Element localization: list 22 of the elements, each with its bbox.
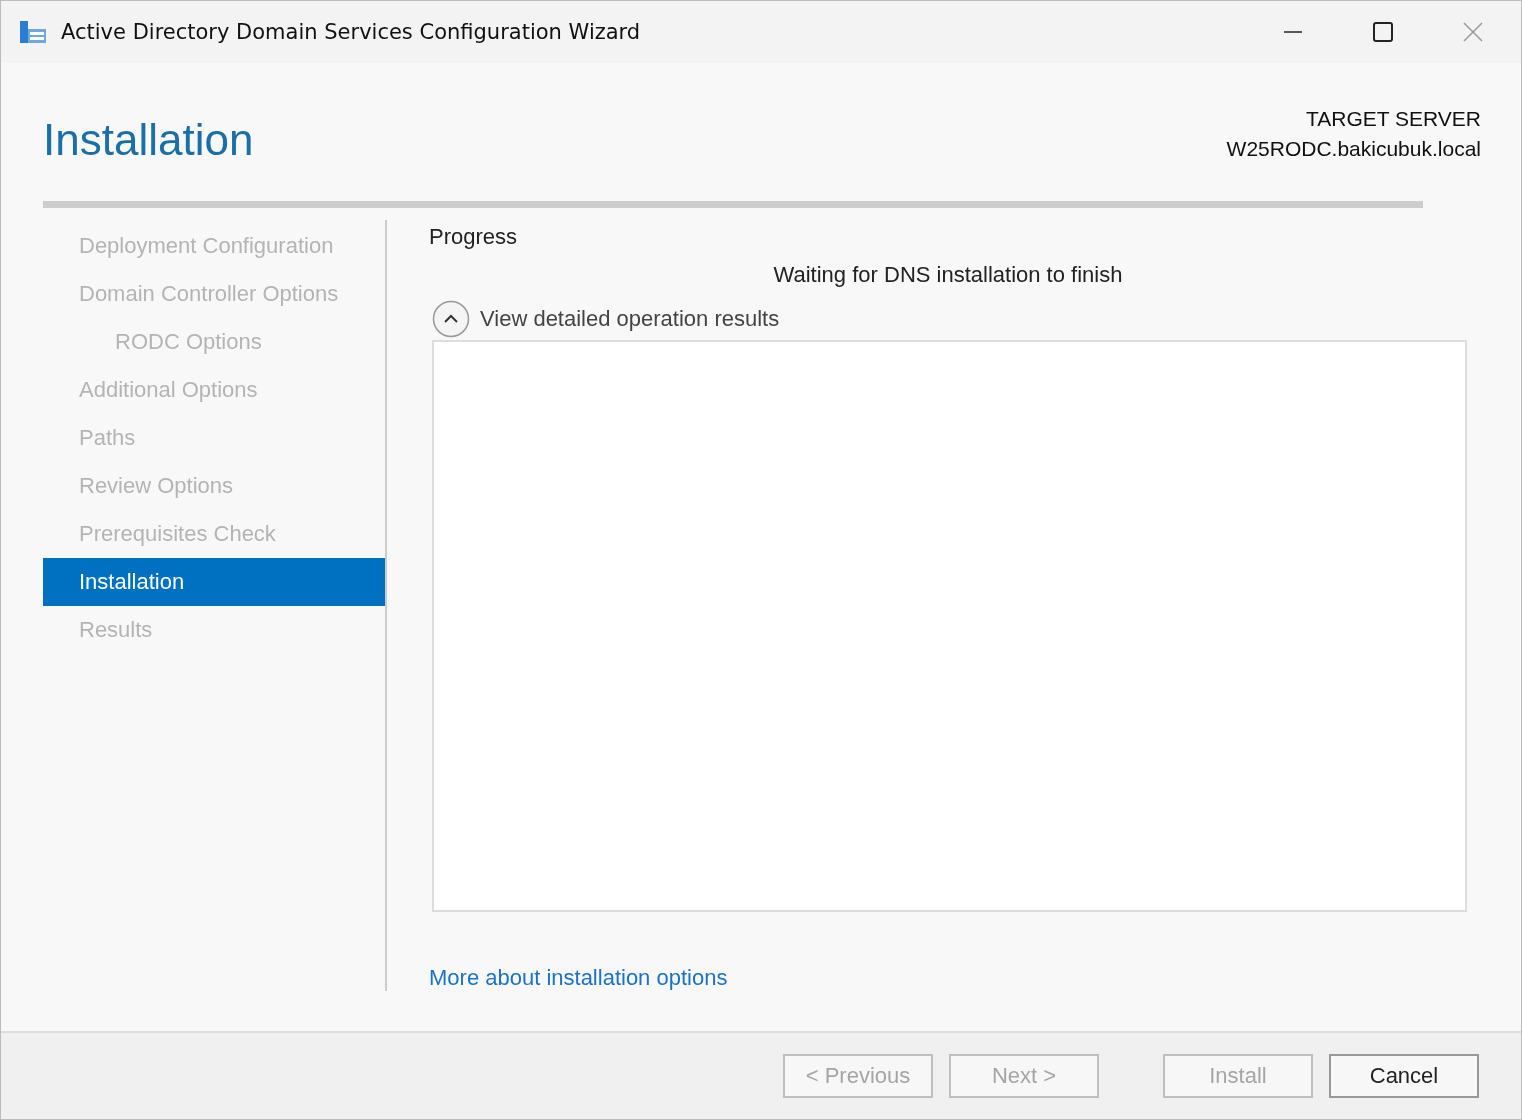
sidebar-item[interactable]: RODC Options (43, 318, 385, 366)
sidebar-item[interactable]: Paths (43, 414, 385, 462)
sidebar-item[interactable]: Results (43, 606, 385, 654)
close-icon[interactable] (1463, 22, 1483, 42)
wizard-button[interactable]: Cancel (1329, 1054, 1479, 1098)
target-server-label: TARGET SERVER (1305, 107, 1481, 131)
window-title: Active Directory Domain Services Configuration Wizard (61, 20, 641, 44)
section-title: Progress (429, 224, 519, 250)
page-title: Installation (43, 115, 254, 166)
sidebar-item[interactable]: Additional Options (43, 366, 385, 414)
sidebar-item[interactable]: Review Options (43, 462, 385, 510)
installation-options-link[interactable]: More about installation options (429, 965, 1467, 991)
sidebar-item[interactable]: Installation (43, 558, 385, 606)
sidebar-item[interactable]: Domain Controller Options (43, 270, 385, 318)
sidebar-item[interactable]: Deployment Configuration (43, 222, 385, 270)
details-toggle-label[interactable]: View detailed operation results (480, 306, 780, 332)
maximize-icon[interactable] (1373, 22, 1393, 42)
target-server-name: W25RODC.bakicubuk.local (1226, 137, 1481, 161)
collapse-chevron-icon[interactable] (432, 300, 470, 338)
server-wizard-icon (19, 19, 47, 45)
sidebar-item[interactable]: Prerequisites Check (43, 510, 385, 558)
status-text: Waiting for DNS installation to finish (773, 262, 1123, 288)
